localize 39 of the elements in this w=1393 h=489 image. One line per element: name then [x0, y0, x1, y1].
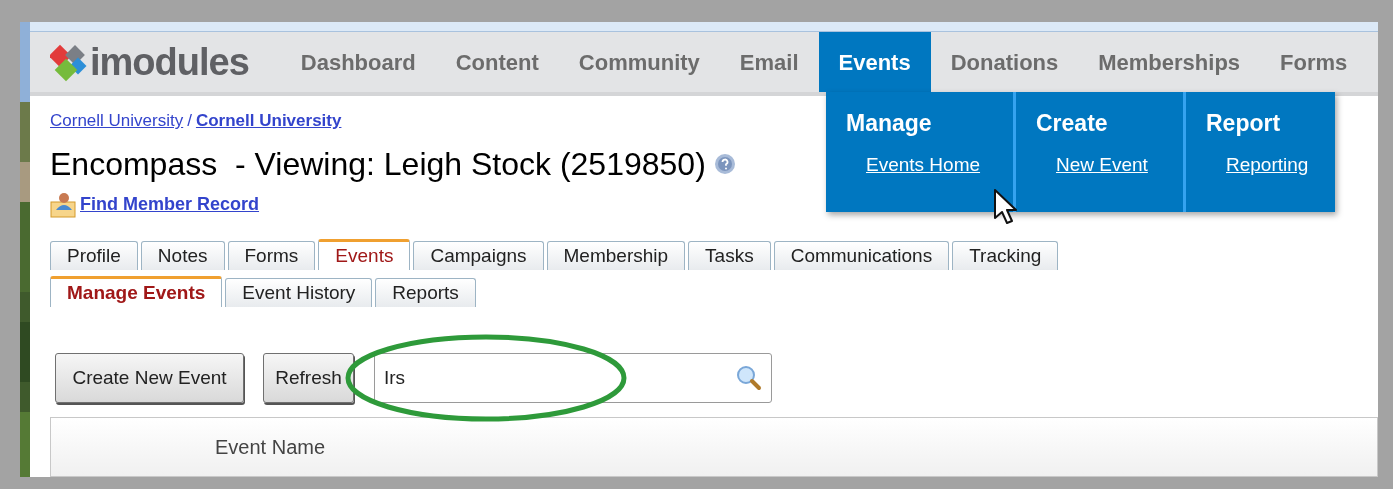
tab[interactable]: Campaigns [413, 241, 544, 270]
breadcrumb-link[interactable]: Cornell University [195, 108, 342, 134]
nav-tab[interactable]: Email [719, 32, 819, 92]
menu-link[interactable]: Events Home [866, 150, 981, 179]
page-title: Encompass - Viewing: Leigh Stock (2519850) [50, 145, 706, 184]
column-header: Event Name [215, 435, 326, 460]
search-field[interactable]: Irs [374, 353, 772, 403]
tab[interactable]: Communications [773, 241, 950, 270]
breadcrumb-link[interactable]: Cornell University [50, 108, 184, 134]
nav-tab[interactable]: Events [818, 32, 931, 92]
refresh-button[interactable]: Refresh [263, 353, 354, 403]
menu-link[interactable]: New Event [1056, 150, 1148, 179]
search-icon[interactable] [736, 365, 762, 391]
nav-tab[interactable]: Content [435, 32, 559, 92]
tab[interactable]: Manage Events [50, 276, 223, 307]
nav-tab[interactable]: Community [558, 32, 720, 92]
tab[interactable]: Notes [140, 241, 225, 270]
tab[interactable]: Forms [227, 241, 316, 270]
tab[interactable]: Event History [225, 278, 373, 307]
breadcrumb-separator: / [187, 110, 192, 133]
tab[interactable]: Membership [546, 241, 686, 270]
nav-tab[interactable]: Donations [930, 32, 1079, 92]
menu-heading: Report [1206, 109, 1282, 138]
menu-heading: Create [1036, 109, 1109, 138]
tab[interactable]: Profile [50, 241, 138, 270]
tab[interactable]: Reports [375, 278, 476, 307]
menu-heading: Manage [846, 109, 933, 138]
create-new-event-button[interactable]: Create New Event [55, 353, 244, 403]
nav-tab[interactable]: Forms [1260, 32, 1368, 92]
tab[interactable]: Tasks [688, 241, 771, 270]
menu-link[interactable]: Reporting [1226, 150, 1309, 179]
logo-text: imodules [90, 43, 249, 81]
tab[interactable]: Tracking [952, 241, 1059, 270]
nav-tab[interactable]: Dashboard [280, 32, 436, 92]
nav-tab[interactable]: Memberships [1078, 32, 1261, 92]
tab[interactable]: Events [318, 239, 411, 270]
find-member-record-link[interactable]: Find Member Record [80, 191, 260, 218]
cursor-icon [993, 188, 1019, 226]
help-icon[interactable] [713, 153, 736, 175]
